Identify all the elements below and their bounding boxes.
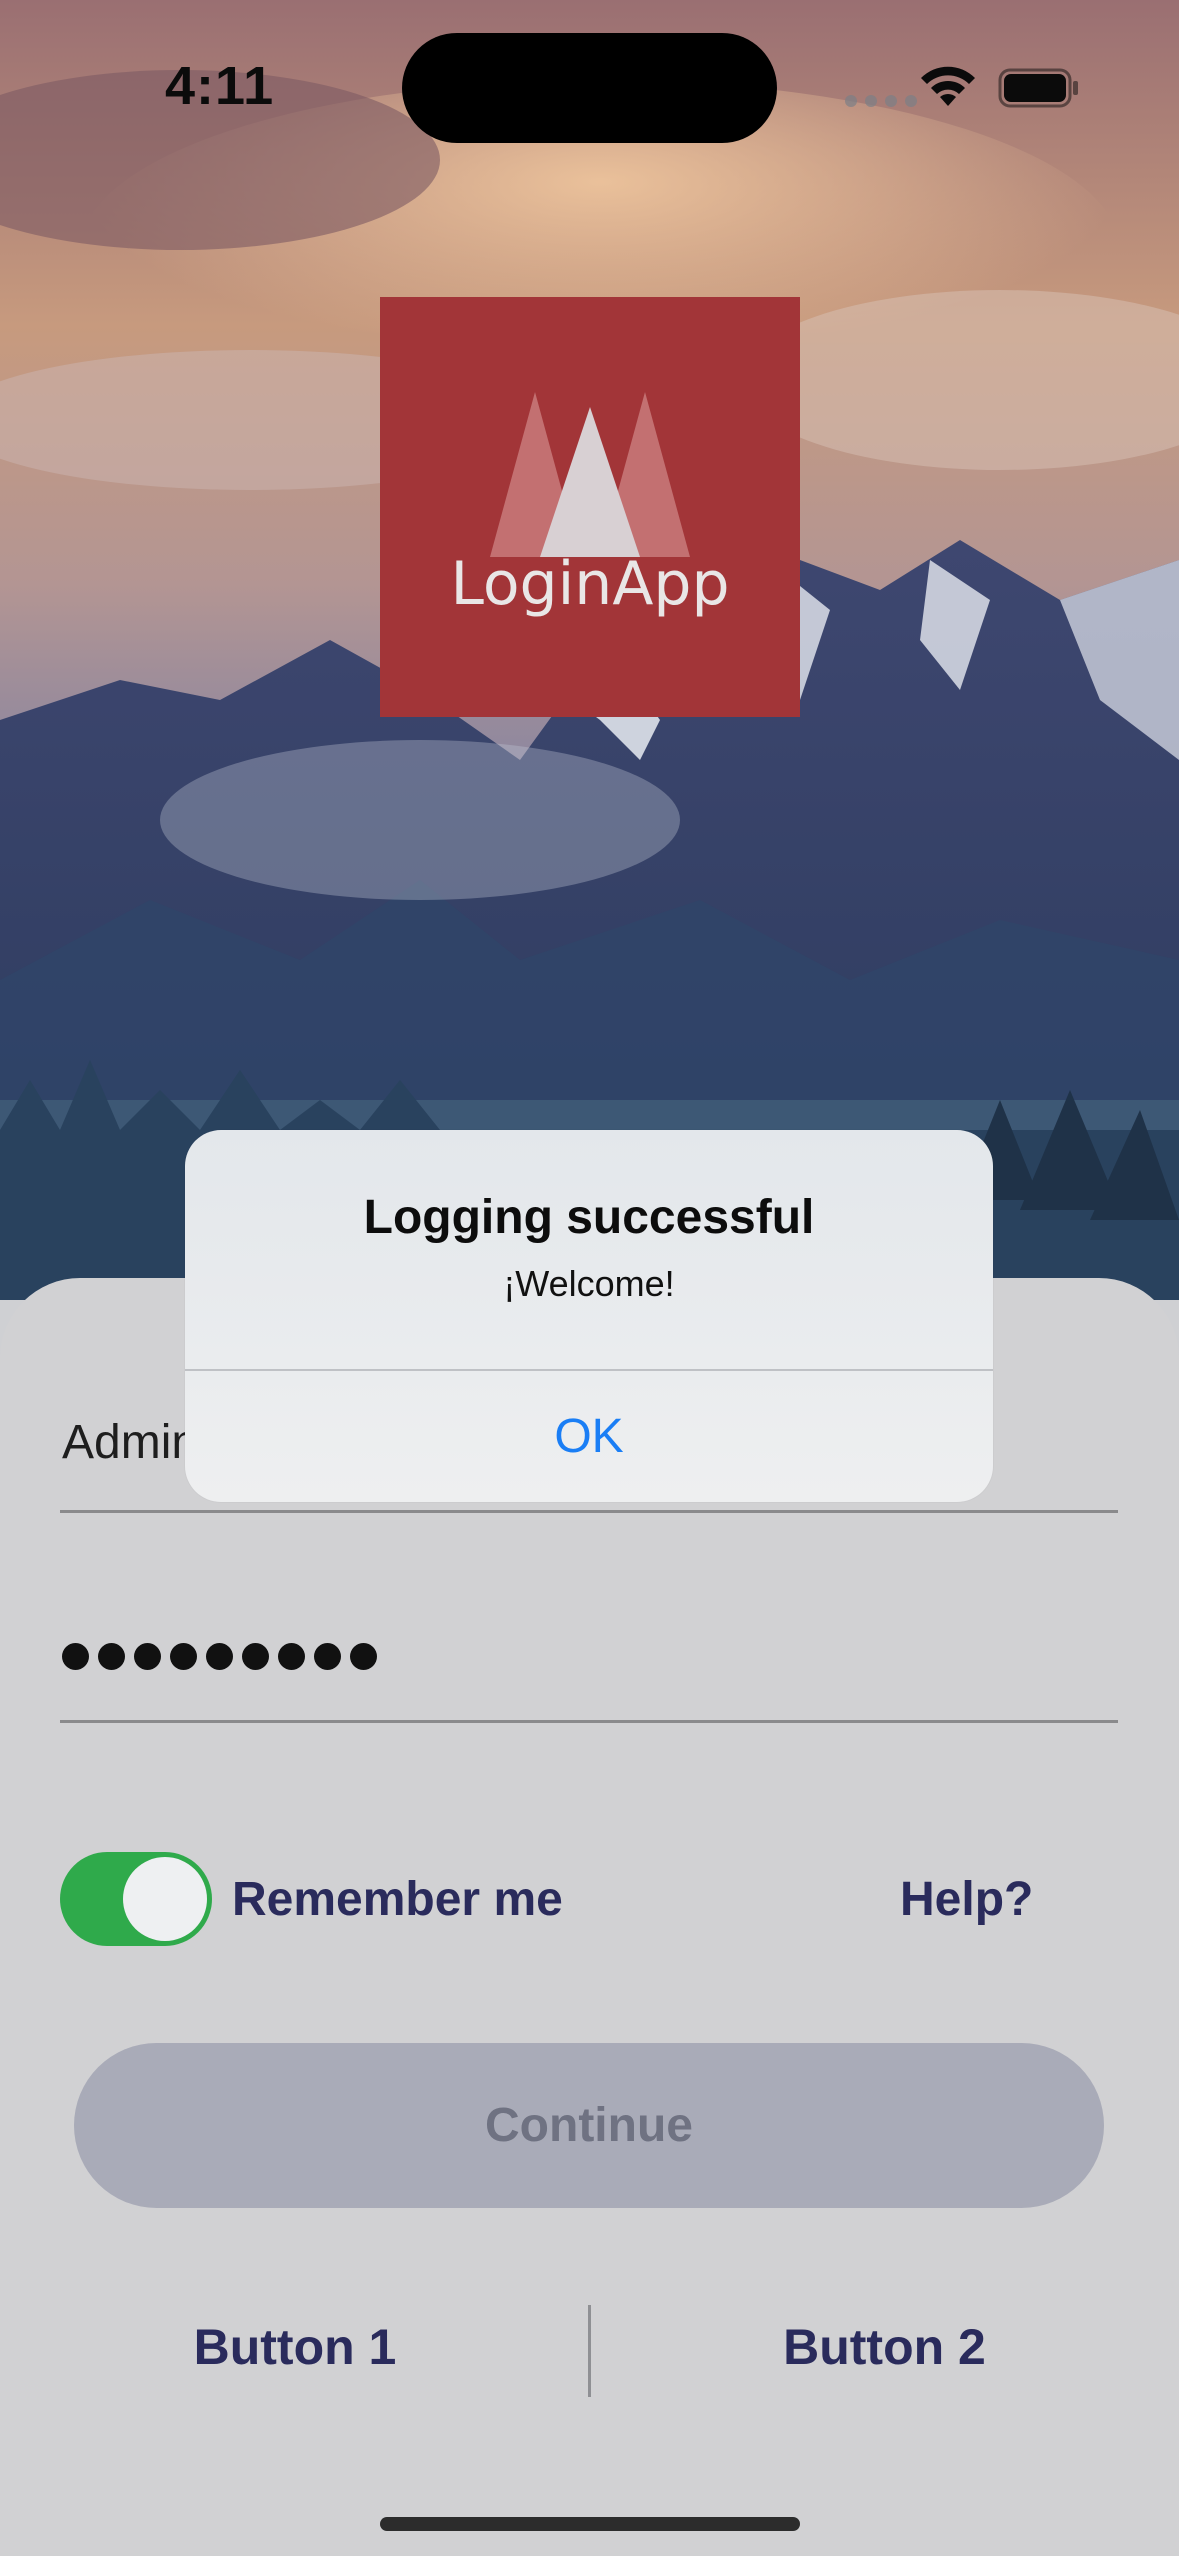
password-dot: [170, 1643, 197, 1670]
password-field[interactable]: [60, 1640, 1118, 1723]
remember-me-toggle[interactable]: [60, 1852, 212, 1946]
password-dot: [242, 1643, 269, 1670]
wifi-icon: [921, 66, 975, 106]
toggle-knob: [123, 1857, 207, 1941]
trees-icon: [490, 392, 690, 557]
status-bar: 4:11: [0, 0, 1179, 180]
button-1[interactable]: Button 1: [0, 2318, 590, 2376]
password-dot: [314, 1643, 341, 1670]
password-dot: [350, 1643, 377, 1670]
battery-icon: [998, 68, 1078, 108]
alert-dialog: Logging successful ¡Welcome! OK: [185, 1130, 993, 1502]
help-link[interactable]: Help?: [900, 1872, 1033, 1927]
alert-title: Logging successful: [363, 1191, 815, 1244]
password-dot: [62, 1643, 89, 1670]
password-dot: [134, 1643, 161, 1670]
password-dot: [206, 1643, 233, 1670]
status-time: 4:11: [165, 56, 275, 116]
remember-me-label: Remember me: [232, 1873, 563, 1926]
password-dot: [98, 1643, 125, 1670]
cellular-signal-icon: [845, 95, 917, 107]
app-logo: LoginApp: [380, 297, 800, 717]
username-value: Admin: [62, 1416, 199, 1469]
button-2[interactable]: Button 2: [590, 2318, 1179, 2376]
alert-message: ¡Welcome!: [503, 1263, 675, 1304]
home-indicator[interactable]: [380, 2517, 800, 2531]
password-dots: [62, 1643, 377, 1670]
continue-button[interactable]: Continue: [74, 2043, 1104, 2208]
dynamic-island: [402, 33, 777, 143]
alert-ok-button[interactable]: OK: [185, 1371, 993, 1502]
logo-text: LoginApp: [450, 549, 730, 619]
password-dot: [278, 1643, 305, 1670]
